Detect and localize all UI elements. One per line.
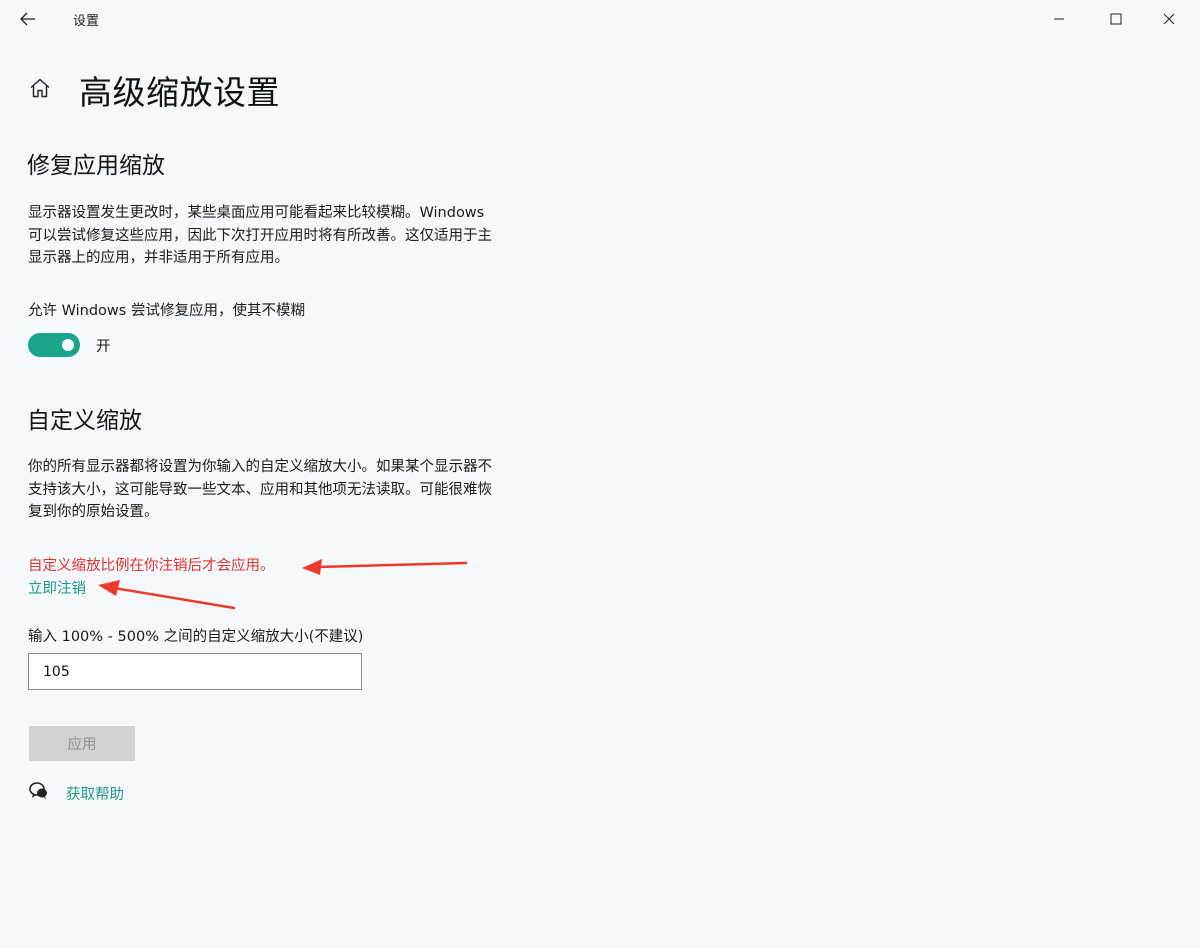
fix-apps-toggle[interactable] <box>28 333 80 357</box>
custom-scale-input[interactable] <box>28 653 362 690</box>
description-line: 显示器上的应用，并非适用于所有应用。 <box>28 250 289 266</box>
get-help-link[interactable]: 获取帮助 <box>66 783 124 804</box>
window-title: 设置 <box>73 14 100 29</box>
minimize-button[interactable] <box>1036 0 1082 38</box>
description-line: 复到你的原始设置。 <box>28 504 159 520</box>
back-button[interactable] <box>10 4 46 34</box>
annotation-arrow <box>98 580 236 610</box>
fix-scaling-description: 显示器设置发生更改时，某些桌面应用可能看起来比较模糊。Windows 可以尝试修… <box>28 202 588 270</box>
custom-scaling-description: 你的所有显示器都将设置为你输入的自定义缩放大小。如果某个显示器不 支持该大小，这… <box>28 456 588 524</box>
annotation-arrow <box>302 559 468 575</box>
minimize-icon <box>1054 18 1064 20</box>
description-line: 支持该大小，这可能导致一些文本、应用和其他项无法读取。可能很难恢 <box>28 481 492 498</box>
maximize-icon <box>1110 13 1122 25</box>
description-line: 可以尝试修复这些应用，因此下次打开应用时将有所改善。这仅适用于主 <box>28 227 492 244</box>
custom-scaling-section-title: 自定义缩放 <box>27 408 142 434</box>
description-line: 显示器设置发生更改时，某些桌面应用可能看起来比较模糊。Windows <box>28 205 485 221</box>
toggle-knob <box>62 339 74 351</box>
toggle-state-text: 开 <box>96 339 111 355</box>
description-line: 你的所有显示器都将设置为你输入的自定义缩放大小。如果某个显示器不 <box>28 459 492 475</box>
home-icon <box>30 78 50 98</box>
apply-button[interactable]: 应用 <box>29 726 135 761</box>
sign-out-now-link[interactable]: 立即注销 <box>28 577 86 598</box>
signout-warning: 自定义缩放比例在你注销后才会应用。 <box>28 558 275 574</box>
help-chat-icon <box>29 782 47 800</box>
close-button[interactable] <box>1146 0 1192 38</box>
custom-scale-input-label: 输入 100% - 500% 之间的自定义缩放大小(不建议) <box>28 629 364 645</box>
close-icon <box>1163 13 1175 25</box>
fix-apps-toggle-label: 允许 Windows 尝试修复应用，使其不模糊 <box>28 303 305 319</box>
maximize-button[interactable] <box>1093 0 1139 38</box>
back-arrow-icon <box>20 12 35 26</box>
fix-scaling-section-title: 修复应用缩放 <box>27 153 165 179</box>
page-title: 高级缩放设置 <box>79 73 280 112</box>
title-bar <box>0 0 1200 40</box>
home-button[interactable] <box>26 74 54 102</box>
